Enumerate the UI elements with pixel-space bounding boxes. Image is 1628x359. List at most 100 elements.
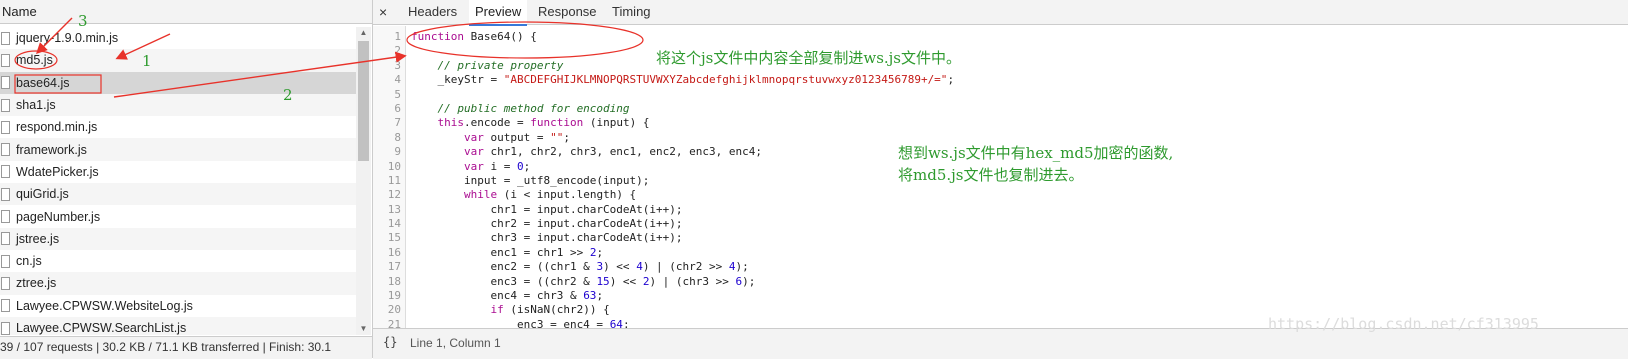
close-icon[interactable]: × (379, 0, 387, 24)
code-text: if (isNaN(chr2)) { (490, 303, 610, 317)
code-text: // public method for encoding (411, 101, 630, 115)
code-text: enc3 = ((chr2 & 15) << 2) | (chr3 >> 6); (411, 274, 756, 288)
file-row[interactable]: cn.js (0, 249, 356, 273)
file-row[interactable]: respond.min.js (0, 116, 356, 139)
code-line: 14 chr2 = input.charCodeAt(i++); (373, 217, 1628, 231)
network-file-panel: Name jquery-1.9.0.min.js md5.js base64.js s… (0, 0, 372, 359)
code-text: enc4 = chr3 & 63; (411, 289, 604, 303)
file-name: respond.min.js (16, 120, 98, 135)
code-text: input = _utf8_encode(input); (411, 173, 650, 187)
file-icon (1, 165, 10, 179)
code-text: chr1 = input.charCodeAt(i++); (411, 202, 683, 216)
annotation-label-2: 2 (283, 86, 293, 104)
file-row[interactable]: Lawyee.CPWSW.SearchList.js (0, 316, 356, 335)
line-number: 17 (387, 260, 401, 274)
line-number: 11 (387, 173, 401, 187)
file-row[interactable]: md5.js (0, 49, 356, 72)
tab-headers[interactable]: Headers (408, 0, 457, 24)
annotation-md5-note-2: 将md5.js文件也复制进去。 (898, 166, 1084, 184)
line-number: 2 (394, 44, 401, 58)
file-list-scrollbar[interactable]: ▲ ▼ (356, 27, 371, 335)
file-name: base64.js (16, 75, 70, 90)
file-icon (1, 254, 10, 268)
code-line: 18 enc3 = ((chr2 & 15) << 2) | (chr3 >> … (373, 275, 1628, 289)
file-name: jstree.js (16, 231, 60, 246)
file-icon (1, 321, 10, 335)
file-row[interactable]: WdatePicker.js (0, 160, 356, 184)
scrollbar-thumb[interactable] (358, 41, 369, 161)
line-number: 10 (387, 159, 401, 173)
file-icon (1, 276, 10, 290)
file-icon (1, 299, 10, 313)
code-text: while (i < input.length) { (463, 188, 637, 202)
tab-preview[interactable]: Preview (469, 0, 528, 26)
file-row[interactable]: ztree.js (0, 272, 356, 295)
code-line: 19 enc4 = chr3 & 63; (373, 289, 1628, 303)
file-name: framework.js (16, 142, 87, 157)
preview-tab-bar: × Headers Preview Response Timing (373, 0, 1628, 26)
file-icon (1, 76, 10, 90)
file-name: quiGrid.js (16, 187, 69, 202)
file-row[interactable]: jstree.js (0, 227, 356, 250)
code-line: 3 // private property (373, 59, 1628, 73)
file-name: cn.js (16, 254, 42, 269)
code-line: 16 enc1 = chr1 >> 2; (373, 246, 1628, 260)
file-icon (1, 210, 10, 224)
code-line: 17 enc2 = ((chr1 & 3) << 4) | (chr2 >> 4… (373, 260, 1628, 274)
file-row[interactable]: sha1.js (0, 93, 356, 117)
file-icon (1, 31, 10, 45)
file-icon (1, 232, 10, 246)
file-name: WdatePicker.js (16, 164, 99, 179)
file-row[interactable]: quiGrid.js (0, 183, 356, 206)
file-name: pageNumber.js (16, 209, 101, 224)
line-number: 1 (394, 30, 401, 43)
line-number: 8 (394, 130, 401, 144)
file-icon (1, 187, 10, 201)
line-number: 5 (394, 87, 401, 101)
code-text: chr3 = input.charCodeAt(i++); (411, 231, 683, 245)
watermark: https://blog.csdn.net/cf313995 (1268, 315, 1539, 333)
tab-timing[interactable]: Timing (612, 0, 651, 24)
code-text: enc3 = enc4 = 64; (411, 317, 630, 328)
annotation-label-1: 1 (142, 52, 152, 70)
file-list: jquery-1.9.0.min.js md5.js base64.js sha1.j… (0, 27, 356, 335)
code-line: 12 while (i < input.length) { (373, 188, 1628, 202)
file-name: sha1.js (16, 98, 56, 113)
code-line: 13 chr1 = input.charCodeAt(i++); (373, 203, 1628, 217)
line-number: 15 (387, 231, 401, 245)
line-number: 14 (387, 217, 401, 231)
code-text: var output = ""; (463, 130, 570, 144)
network-status-bar: 39 / 107 requests | 30.2 KB / 71.1 KB tr… (0, 336, 372, 359)
code-text: enc2 = ((chr1 & 3) << 4) | (chr2 >> 4); (411, 260, 749, 274)
file-row[interactable]: base64.js (0, 71, 356, 94)
scroll-down-arrow-icon[interactable]: ▼ (356, 323, 371, 335)
line-number: 19 (387, 289, 401, 303)
line-number: 12 (387, 188, 401, 202)
line-number: 7 (394, 116, 401, 130)
code-text: this.encode = function (input) { (437, 116, 650, 130)
file-icon (1, 120, 10, 134)
code-line: 1 function Base64() { (373, 30, 1628, 44)
cursor-position: Line 1, Column 1 (410, 336, 501, 350)
name-column-header[interactable]: Name (0, 0, 372, 24)
file-row[interactable]: framework.js (0, 138, 356, 161)
file-row[interactable]: pageNumber.js (0, 205, 356, 228)
scroll-up-arrow-icon[interactable]: ▲ (356, 27, 371, 39)
pretty-print-icon[interactable]: {} (383, 335, 397, 349)
file-row[interactable]: Lawyee.CPWSW.WebsiteLog.js (0, 294, 356, 317)
code-text: _keyStr = "ABCDEFGHIJKLMNOPQRSTUVWXYZabc… (411, 73, 955, 87)
annotation-md5-note-1: 想到ws.js文件中有hex_md5加密的函数, (898, 144, 1174, 162)
file-row[interactable]: jquery-1.9.0.min.js (0, 27, 356, 50)
tab-response[interactable]: Response (538, 0, 597, 24)
code-text: // private property (411, 58, 564, 72)
code-text: enc1 = chr1 >> 2; (411, 245, 604, 259)
code-line: 6 // public method for encoding (373, 102, 1628, 116)
line-number: 20 (387, 303, 401, 317)
annotation-label-3: 3 (78, 12, 88, 30)
code-text: var chr1, chr2, chr3, enc1, enc2, enc3, … (463, 145, 763, 159)
code-text: function Base64() { (411, 30, 537, 43)
file-icon (1, 98, 10, 112)
file-name: jquery-1.9.0.min.js (16, 31, 119, 46)
line-number: 6 (394, 101, 401, 115)
code-text: chr2 = input.charCodeAt(i++); (411, 217, 683, 231)
